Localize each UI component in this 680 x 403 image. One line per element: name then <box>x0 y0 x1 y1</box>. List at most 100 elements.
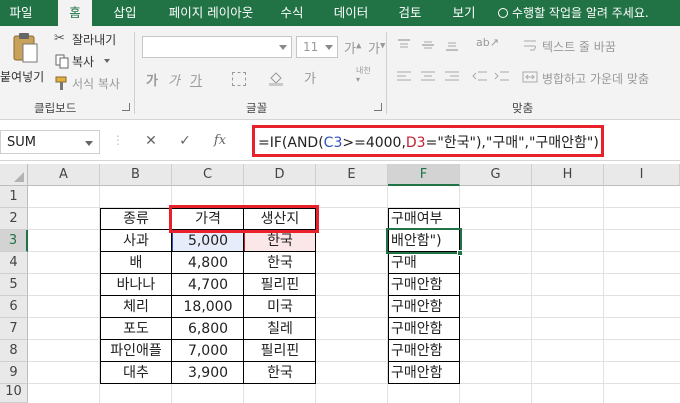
table-cell[interactable]: 바나나 <box>100 274 172 296</box>
table-cell[interactable]: 배 <box>100 252 172 274</box>
insert-function-icon[interactable]: fx <box>206 130 234 152</box>
row-header-2[interactable]: 2 <box>0 208 28 230</box>
column-header-h[interactable]: H <box>532 164 604 186</box>
tab-formulas[interactable]: 수식 <box>272 0 312 26</box>
fill-handle[interactable] <box>457 250 463 256</box>
cancel-icon[interactable]: ✕ <box>138 130 164 152</box>
format-painter-button[interactable]: 서식 복사 <box>54 74 134 92</box>
align-middle-icon[interactable] <box>420 38 436 52</box>
tab-page-layout[interactable]: 페이지 레이아웃 <box>158 0 264 26</box>
wrap-text-button[interactable]: 텍스트 줄 바꿈 <box>522 36 662 56</box>
active-cell-border <box>386 228 462 254</box>
drag-handle-icon[interactable]: ⋮ <box>112 133 124 147</box>
table-cell[interactable]: 대추 <box>100 362 172 384</box>
align-right-icon[interactable] <box>444 70 460 84</box>
purchase-cell[interactable]: 구매 <box>388 252 460 274</box>
table-cell[interactable]: 한국 <box>244 230 316 252</box>
cut-button[interactable]: ✂ 잘라내기 <box>54 30 124 48</box>
column-header-i[interactable]: I <box>604 164 680 186</box>
table-cell[interactable]: 필리핀 <box>244 274 316 296</box>
purchase-cell[interactable]: 구매안함 <box>388 274 460 296</box>
table-cell[interactable]: 3,900 <box>172 362 244 384</box>
row-header-10[interactable]: 10 <box>0 384 28 403</box>
lightbulb-icon <box>498 8 508 18</box>
chevron-down-icon <box>85 141 93 146</box>
increase-indent-icon[interactable] <box>494 70 510 84</box>
bold-icon[interactable]: 가 <box>146 70 158 89</box>
column-header-b[interactable]: B <box>100 164 172 186</box>
align-bottom-icon[interactable] <box>444 38 460 52</box>
tab-file[interactable]: 파일 <box>0 0 42 26</box>
decrease-font-size-icon[interactable]: 가▼ <box>368 38 385 57</box>
row-header-9[interactable]: 9 <box>0 362 28 384</box>
tab-home[interactable]: 홈 <box>58 0 92 26</box>
table-cell[interactable]: 4,700 <box>172 274 244 296</box>
name-box[interactable]: SUM <box>0 130 100 154</box>
table-cell[interactable]: 5,000 <box>172 230 244 252</box>
table-cell[interactable]: 18,000 <box>172 296 244 318</box>
font-launcher-icon[interactable] <box>374 103 382 111</box>
phonetic-icon[interactable]: 내천 ▾ <box>356 66 371 84</box>
font-color-icon[interactable]: 가 <box>304 68 316 87</box>
borders-icon[interactable] <box>232 72 246 86</box>
table-cell[interactable]: 한국 <box>244 252 316 274</box>
copy-button[interactable]: 복사 <box>54 52 124 70</box>
row-header-3[interactable]: 3 <box>0 230 28 252</box>
row-header-4[interactable]: 4 <box>0 252 28 274</box>
select-all-corner[interactable] <box>0 164 28 186</box>
row-header-8[interactable]: 8 <box>0 340 28 362</box>
tab-review[interactable]: 검토 <box>390 0 430 26</box>
column-header-e[interactable]: E <box>316 164 388 186</box>
purchase-cell[interactable]: 구매안함 <box>388 362 460 384</box>
purchase-cell[interactable]: 구매안함 <box>388 318 460 340</box>
table-cell[interactable]: 필리핀 <box>244 340 316 362</box>
tab-data[interactable]: 데이터 <box>326 0 376 26</box>
purchase-cell[interactable]: 구매안함 <box>388 296 460 318</box>
font-size-combo[interactable]: 11 <box>296 36 338 58</box>
clipboard-launcher-icon[interactable] <box>122 103 130 111</box>
table-cell[interactable]: 파인애플 <box>100 340 172 362</box>
row-header-1[interactable]: 1 <box>0 186 28 208</box>
merge-center-button[interactable]: 병합하고 가운데 맞춤 <box>522 68 678 88</box>
table-cell[interactable]: 4,800 <box>172 252 244 274</box>
fill-color-icon[interactable] <box>268 70 284 86</box>
table-cell[interactable]: 7,000 <box>172 340 244 362</box>
column-header-c[interactable]: C <box>172 164 244 186</box>
row-header-7[interactable]: 7 <box>0 318 28 340</box>
wrap-text-icon <box>524 40 536 51</box>
underline-icon[interactable]: 가 <box>190 70 202 89</box>
table-cell[interactable]: 포도 <box>100 318 172 340</box>
increase-font-size-icon[interactable]: 가▲ <box>344 38 361 57</box>
spreadsheet-grid[interactable]: A B C D E F G H I 1 2 3 4 5 6 7 8 9 10 종… <box>0 164 680 403</box>
column-header-a[interactable]: A <box>28 164 100 186</box>
align-left-icon[interactable] <box>396 70 412 84</box>
table-cell[interactable]: 미국 <box>244 296 316 318</box>
purchase-header-cell[interactable]: 구매여부 <box>388 208 460 230</box>
tab-view[interactable]: 보기 <box>444 0 484 26</box>
header-cell-type[interactable]: 종류 <box>100 208 172 230</box>
column-header-f[interactable]: F <box>388 164 460 186</box>
decrease-indent-icon[interactable] <box>472 70 488 84</box>
table-cell[interactable]: 칠레 <box>244 318 316 340</box>
row-header-6[interactable]: 6 <box>0 296 28 318</box>
column-header-g[interactable]: G <box>460 164 532 186</box>
paste-button[interactable]: 붙여넣기 <box>0 30 48 92</box>
tell-me-box[interactable]: 수행할 작업을 알려 주세요. <box>498 0 649 26</box>
font-name-combo[interactable] <box>142 36 292 58</box>
align-center-icon[interactable] <box>420 70 436 84</box>
orientation-icon[interactable]: ab↗ <box>476 36 499 49</box>
table-cell[interactable]: 6,800 <box>172 318 244 340</box>
formula-input[interactable]: =IF(AND(C3>=4000,D3="한국"),"구매","구매안함") <box>252 125 604 157</box>
italic-icon[interactable]: 가 <box>168 70 180 89</box>
purchase-cell[interactable]: 구매안함 <box>388 340 460 362</box>
row-header-5[interactable]: 5 <box>0 274 28 296</box>
enter-icon[interactable]: ✓ <box>172 130 198 152</box>
table-cell[interactable]: 한국 <box>244 362 316 384</box>
table-cell[interactable]: 사과 <box>100 230 172 252</box>
align-top-icon[interactable] <box>396 38 412 52</box>
table-cell[interactable]: 체리 <box>100 296 172 318</box>
copy-dropdown-icon[interactable] <box>104 59 110 63</box>
ribbon: 붙여넣기 ✂ 잘라내기 복사 서식 복사 클립보드 11 가▲ 가▼ 가 가 가… <box>0 26 680 120</box>
tab-insert[interactable]: 삽입 <box>106 0 144 26</box>
column-header-d[interactable]: D <box>244 164 316 186</box>
